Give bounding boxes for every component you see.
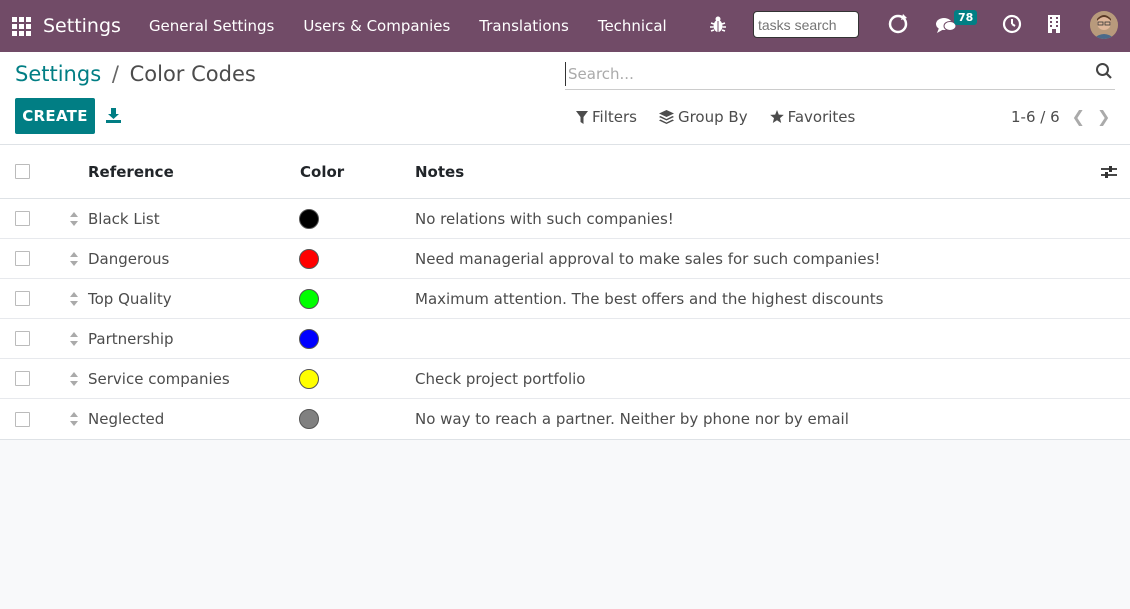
- user-avatar[interactable]: [1090, 11, 1118, 39]
- app-name[interactable]: Settings: [43, 15, 121, 37]
- pager-previous-icon[interactable]: ❮: [1072, 107, 1085, 126]
- breadcrumb-current: Color Codes: [129, 62, 256, 86]
- menu-technical[interactable]: Technical: [598, 17, 667, 35]
- drag-handle-icon[interactable]: [69, 251, 79, 266]
- select-all-checkbox[interactable]: [15, 164, 30, 179]
- group-by-dropdown[interactable]: Group By: [658, 108, 748, 126]
- table-row[interactable]: Dangerous Need managerial approval to ma…: [0, 239, 1130, 279]
- color-codes-list: Reference Color Notes Black List No rela…: [0, 145, 1130, 440]
- breadcrumb-separator: /: [111, 62, 119, 86]
- search-bar: [565, 60, 1115, 90]
- tasks-search-input[interactable]: [753, 11, 859, 38]
- row-checkbox[interactable]: [15, 371, 30, 386]
- drag-handle-icon[interactable]: [69, 371, 79, 386]
- table-row[interactable]: Black List No relations with such compan…: [0, 199, 1130, 239]
- drag-handle-icon[interactable]: [69, 331, 79, 346]
- row-checkbox[interactable]: [15, 331, 30, 346]
- cell-notes: No relations with such companies!: [415, 209, 674, 228]
- menu-users-companies[interactable]: Users & Companies: [303, 17, 450, 35]
- cell-reference: Partnership: [88, 329, 174, 348]
- favorites-label: Favorites: [787, 108, 856, 126]
- cell-notes: Check project portfolio: [415, 369, 586, 388]
- cell-notes: Need managerial approval to make sales f…: [415, 249, 881, 268]
- table-row[interactable]: Neglected No way to reach a partner. Nei…: [0, 399, 1130, 439]
- filters-dropdown[interactable]: Filters: [576, 108, 637, 126]
- apps-menu-button[interactable]: [2, 0, 40, 52]
- cell-reference: Dangerous: [88, 249, 170, 268]
- layers-icon: [658, 110, 674, 124]
- pager-next-icon[interactable]: ❯: [1097, 107, 1110, 126]
- favorites-dropdown[interactable]: Favorites: [769, 108, 856, 126]
- cell-notes: No way to reach a partner. Neither by ph…: [415, 410, 849, 428]
- table-row[interactable]: Service companies Check project portfoli…: [0, 359, 1130, 399]
- menu-general-settings[interactable]: General Settings: [149, 17, 274, 35]
- breadcrumb: Settings / Color Codes: [15, 62, 256, 86]
- search-options-bar: Filters Group By Favorites: [576, 108, 877, 126]
- download-icon[interactable]: [106, 107, 121, 123]
- create-button[interactable]: CREATE: [15, 98, 95, 134]
- drag-handle-icon[interactable]: [69, 412, 79, 426]
- cell-reference: Black List: [88, 209, 160, 228]
- apps-grid-icon: [11, 16, 31, 36]
- row-checkbox[interactable]: [15, 291, 30, 306]
- top-navbar: Settings General Settings Users & Compan…: [0, 0, 1130, 52]
- column-header-color[interactable]: Color: [300, 163, 344, 181]
- debug-bug-icon[interactable]: [709, 14, 727, 34]
- company-building-icon[interactable]: [1047, 14, 1061, 34]
- filters-label: Filters: [592, 108, 637, 126]
- table-header: Reference Color Notes: [0, 145, 1130, 199]
- pager-range[interactable]: 1-6 / 6: [1011, 108, 1060, 126]
- star-icon: [769, 110, 784, 123]
- clock-icon[interactable]: [1002, 14, 1022, 34]
- breadcrumb-parent-link[interactable]: Settings: [15, 62, 101, 86]
- cell-reference: Service companies: [88, 369, 230, 388]
- row-checkbox[interactable]: [15, 411, 30, 427]
- color-swatch: [299, 208, 319, 229]
- column-header-reference[interactable]: Reference: [88, 163, 174, 181]
- cell-notes: Maximum attention. The best offers and t…: [415, 289, 884, 308]
- pager: 1-6 / 6 ❮ ❯: [1011, 107, 1110, 126]
- color-swatch: [299, 409, 319, 429]
- menu-translations[interactable]: Translations: [479, 17, 569, 35]
- filter-icon: [576, 110, 588, 124]
- search-icon[interactable]: [1095, 62, 1113, 80]
- table-row[interactable]: Top Quality Maximum attention. The best …: [0, 279, 1130, 319]
- drag-handle-icon[interactable]: [69, 211, 79, 226]
- group-by-label: Group By: [677, 108, 748, 126]
- control-panel: Settings / Color Codes CREATE Filters: [0, 52, 1130, 145]
- table-row[interactable]: Partnership: [0, 319, 1130, 359]
- color-swatch: [299, 368, 319, 389]
- color-swatch: [299, 288, 319, 309]
- row-checkbox[interactable]: [15, 211, 30, 226]
- search-input[interactable]: [565, 62, 1085, 86]
- activity-icon[interactable]: [887, 12, 909, 36]
- column-header-notes[interactable]: Notes: [415, 163, 464, 181]
- optional-columns-toggle-icon[interactable]: [1100, 164, 1118, 180]
- drag-handle-icon[interactable]: [69, 291, 79, 306]
- cell-reference: Neglected: [88, 410, 165, 428]
- color-swatch: [299, 248, 319, 269]
- row-checkbox[interactable]: [15, 251, 30, 266]
- chat-counter-badge: 78: [954, 10, 978, 25]
- cell-reference: Top Quality: [88, 289, 172, 308]
- color-swatch: [299, 328, 319, 349]
